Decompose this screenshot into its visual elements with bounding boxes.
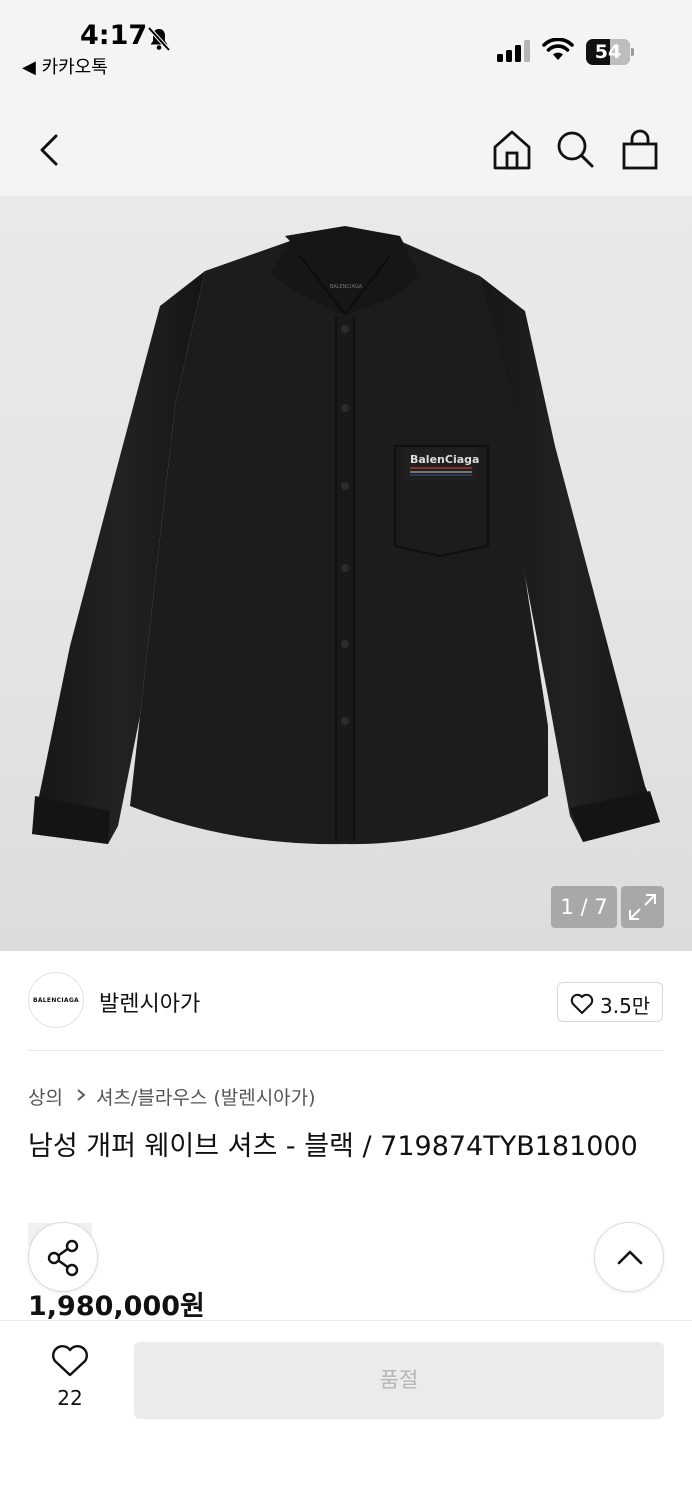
soldout-button[interactable]: 품절 xyxy=(134,1342,664,1419)
breadcrumb-subcategory[interactable]: 셔츠/블라우스 (발렌시아가) xyxy=(96,1083,316,1110)
svg-text:BalenCiaga: BalenCiaga xyxy=(410,453,479,466)
chevron-right-icon xyxy=(77,1089,86,1101)
share-button[interactable] xyxy=(28,1222,98,1292)
expand-image-button[interactable] xyxy=(621,886,664,928)
back-icon[interactable] xyxy=(28,128,72,172)
wifi-icon xyxy=(542,38,574,60)
heart-outline-icon xyxy=(52,1345,88,1377)
product-title: 남성 개퍼 웨이브 셔츠 - 블랙 / 719874TYB181000 xyxy=(28,1131,638,1162)
top-navigation xyxy=(0,92,692,196)
divider xyxy=(28,1050,664,1051)
shopping-bag-icon[interactable] xyxy=(618,128,662,172)
brand-name[interactable]: 발렌시아가 xyxy=(99,986,200,1018)
bell-off-icon xyxy=(147,26,171,52)
scroll-top-button[interactable] xyxy=(594,1222,664,1292)
search-icon[interactable] xyxy=(554,128,598,172)
back-to-app-link[interactable]: ◀ 카카오톡 xyxy=(22,53,108,79)
wishlist-count: 22 xyxy=(57,1386,83,1410)
heart-icon xyxy=(570,993,594,1014)
status-bar: 4:17 ◀ 카카오톡 54 xyxy=(0,0,692,92)
wishlist-button[interactable]: 22 xyxy=(30,1340,110,1420)
battery-indicator: 54 xyxy=(586,39,634,65)
product-image[interactable]: BalenCiaga BALENCIAGA xyxy=(0,196,692,951)
battery-level: 54 xyxy=(594,41,622,63)
home-icon[interactable] xyxy=(490,128,534,172)
brand-logo[interactable]: BALENCIAGA xyxy=(28,972,84,1028)
breadcrumb-category[interactable]: 상의 xyxy=(28,1083,63,1110)
svg-text:BALENCIAGA: BALENCIAGA xyxy=(330,284,363,290)
brand-like-button[interactable]: 3.5만 xyxy=(557,982,663,1022)
chevron-up-icon xyxy=(617,1250,643,1265)
image-counter: 1 / 7 xyxy=(551,886,617,928)
brand-like-count: 3.5만 xyxy=(600,994,651,1018)
expand-icon xyxy=(629,894,656,920)
share-icon xyxy=(47,1239,79,1277)
cellular-signal-icon xyxy=(497,40,530,62)
status-time: 4:17 xyxy=(80,20,148,51)
shirt-image: BalenCiaga BALENCIAGA xyxy=(32,226,660,845)
